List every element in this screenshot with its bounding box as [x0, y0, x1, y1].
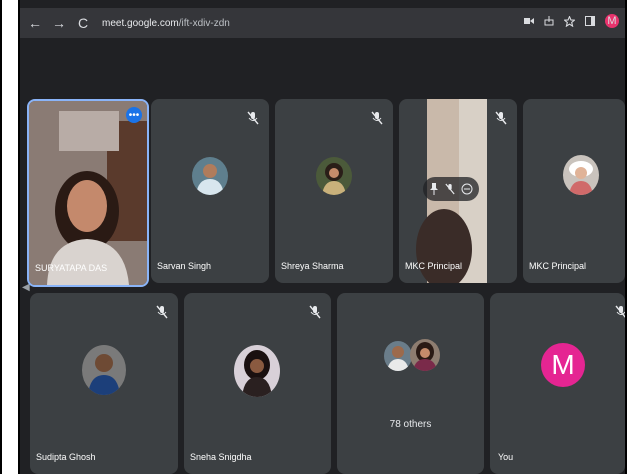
participant-avatar [234, 345, 280, 397]
participant-name: Sudipta Ghosh [36, 452, 96, 462]
pin-icon[interactable] [429, 183, 439, 195]
participant-tile[interactable]: Sarvan Singh [151, 99, 269, 283]
participant-avatar [316, 157, 352, 195]
url-domain: meet.google.com [102, 17, 179, 29]
back-button[interactable]: ← [26, 15, 44, 31]
others-count: 78 others [389, 419, 432, 430]
participant-avatar [563, 155, 599, 195]
participant-avatar [410, 339, 440, 371]
others-tile[interactable]: 78 others [337, 293, 484, 474]
browser-toolbar: ← → C meet.google.com/ift-xdiv-zdn M [20, 8, 625, 38]
reload-button[interactable]: C [74, 15, 92, 31]
participant-video [29, 101, 147, 285]
participant-name: MKC Principal [405, 261, 463, 271]
mic-muted-icon [247, 111, 259, 125]
address-bar[interactable]: meet.google.com/ift-xdiv-zdn [102, 18, 230, 29]
mic-muted-icon [156, 305, 168, 319]
participant-avatar [192, 157, 228, 195]
url-path: /ift-xdiv-zdn [178, 17, 230, 29]
participant-name: Sneha Snigdha [190, 452, 252, 462]
mic-muted-icon [615, 305, 625, 318]
meet-window: ← → C meet.google.com/ift-xdiv-zdn M ◀ •… [20, 0, 625, 474]
participant-tile[interactable]: M You [490, 293, 625, 474]
participant-tile[interactable]: Shreya Sharma [275, 99, 393, 283]
participant-avatar [384, 341, 412, 371]
participant-name: MKC Principal [529, 261, 587, 271]
remove-icon[interactable] [461, 183, 473, 195]
star-icon[interactable] [564, 15, 575, 27]
participant-tile[interactable]: MKC Principal [523, 99, 625, 283]
share-icon[interactable] [544, 16, 554, 26]
mic-muted-icon [371, 111, 383, 125]
profile-avatar[interactable]: M [605, 14, 619, 28]
participant-avatar [82, 345, 126, 395]
camera-icon[interactable] [524, 17, 534, 25]
tile-controls [423, 177, 479, 201]
sidebar-icon[interactable] [585, 16, 595, 26]
participant-tile[interactable]: MKC Principal [399, 99, 517, 283]
participant-tile[interactable]: ••• SURYATAPA DAS [27, 99, 149, 287]
browser-actions: M [524, 14, 619, 28]
mic-muted-icon [309, 305, 321, 319]
mic-muted-icon [495, 111, 507, 125]
forward-button[interactable]: → [50, 15, 68, 31]
participant-name: Shreya Sharma [281, 261, 344, 271]
participant-tile[interactable]: Sudipta Ghosh [30, 293, 178, 474]
participant-name: You [498, 452, 514, 462]
self-avatar: M [541, 343, 585, 387]
participant-name: SURYATAPA DAS [35, 263, 108, 273]
left-margin [2, 0, 20, 474]
participant-name: Sarvan Singh [157, 261, 212, 271]
participant-tile[interactable]: Sneha Snigdha [184, 293, 331, 474]
more-options-icon[interactable]: ••• [126, 107, 142, 123]
mic-muted-icon[interactable] [445, 183, 455, 195]
